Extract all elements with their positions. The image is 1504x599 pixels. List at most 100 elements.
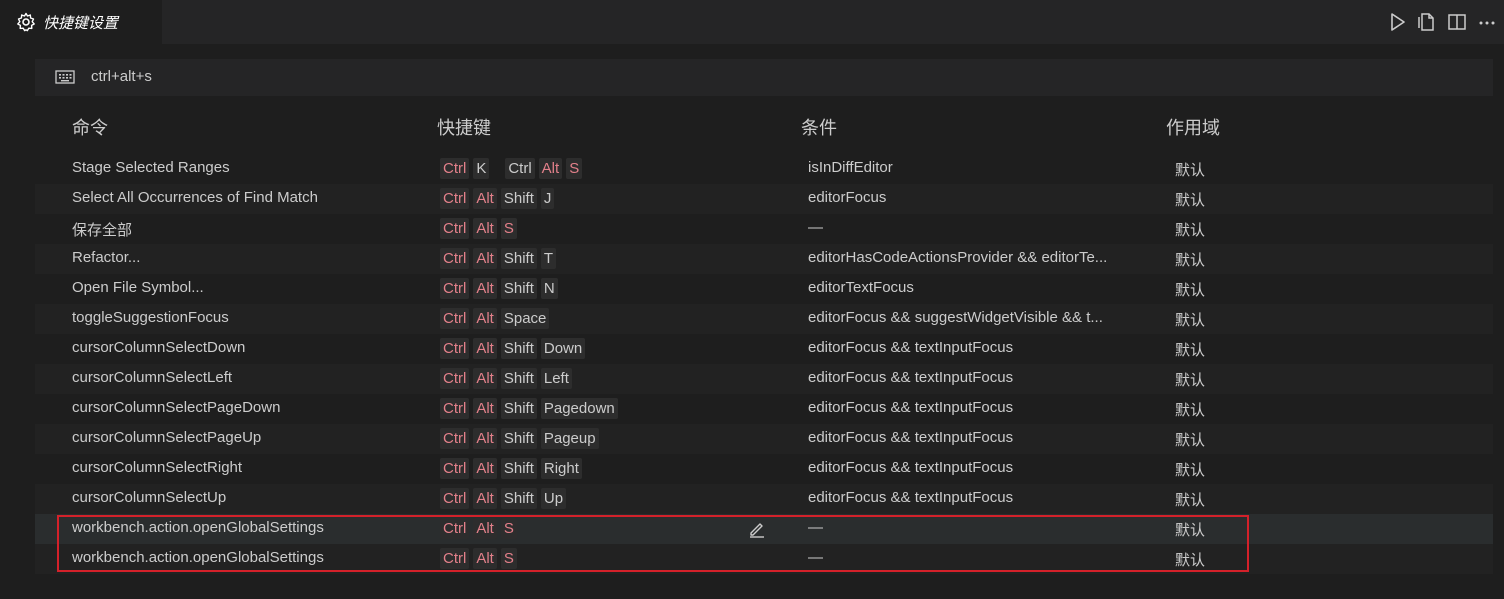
when-cell: editorFocus && textInputFocus — [808, 339, 1014, 356]
key-cap: Ctrl — [440, 188, 470, 209]
keybinding-cell: Ctrl Alt S — [440, 548, 517, 569]
keybinding-cell: Ctrl Alt Shift J — [440, 188, 555, 209]
table-row[interactable]: Select All Occurrences of Find Match Ctrl… — [35, 184, 1493, 214]
tab-title: 快捷键设置 — [43, 14, 119, 32]
when-cell: editorFocus && textInputFocus — [808, 399, 1014, 416]
command-cell: Stage Selected Ranges — [72, 159, 230, 176]
key-cap: Ctrl — [440, 488, 470, 509]
source-cell: 默认 — [1175, 371, 1206, 389]
split-editor-icon[interactable] — [1446, 11, 1468, 33]
table-row[interactable]: cursorColumnSelectPageDown Ctrl Alt Shift Pa… — [35, 394, 1493, 424]
source-cell: 默认 — [1175, 401, 1206, 419]
key-cap: Space — [500, 308, 550, 329]
table-row[interactable]: cursorColumnSelectRight Ctrl Alt Shift Right… — [35, 454, 1493, 484]
source-cell: 默认 — [1175, 191, 1206, 209]
key-cap: Alt — [473, 218, 497, 239]
gear-icon — [17, 12, 35, 32]
source-cell: 默认 — [1175, 161, 1206, 179]
key-cap: Alt — [473, 398, 497, 419]
key-cap: Shift — [500, 488, 537, 509]
table-row[interactable]: cursorColumnSelectPageUp Ctrl Alt Shift Page… — [35, 424, 1493, 454]
key-cap: Shift — [500, 188, 537, 209]
when-cell: editorFocus — [808, 189, 887, 206]
when-cell: editorHasCodeActionsProvider && editorTe… — [808, 249, 1108, 266]
key-cap: S — [500, 218, 517, 239]
column-header-source[interactable]: 作用域 — [1166, 114, 1220, 140]
table-row[interactable]: toggleSuggestionFocus Ctrl Alt Space editorF… — [35, 304, 1493, 334]
column-header-when[interactable]: 条件 — [801, 114, 837, 140]
column-header-command[interactable]: 命令 — [72, 114, 108, 140]
table-row[interactable]: cursorColumnSelectDown Ctrl Alt Shift Down ed… — [35, 334, 1493, 364]
key-cap: Ctrl — [440, 368, 470, 389]
table-row[interactable]: Open File Symbol... Ctrl Alt Shift NeditorTe… — [35, 274, 1493, 304]
tab-keyboard-shortcuts[interactable]: 快捷键设置 — [0, 0, 162, 44]
source-cell: 默认 — [1175, 431, 1206, 449]
key-cap: Shift — [500, 278, 537, 299]
keybinding-cell: Ctrl Alt Shift N — [440, 278, 558, 299]
command-cell: cursorColumnSelectLeft — [72, 369, 233, 386]
command-cell: Refactor... — [72, 249, 141, 266]
when-cell: editorFocus && textInputFocus — [808, 369, 1014, 386]
key-cap: Shift — [500, 428, 537, 449]
key-cap: K — [473, 158, 490, 179]
key-cap: Shift — [500, 458, 537, 479]
keybinding-cell: Ctrl Alt Shift Up — [440, 488, 567, 509]
keybinding-search-bar[interactable]: ctrl+alt+s — [35, 59, 1493, 96]
command-cell: workbench.action.openGlobalSettings — [72, 549, 324, 566]
table-row[interactable]: Stage Selected Ranges Ctrl K Ctrl Alt SisInDi… — [35, 154, 1493, 184]
table-row[interactable]: 保存全部 Ctrl Alt S — 默认 — [35, 214, 1493, 244]
key-cap: N — [540, 278, 558, 299]
source-cell: 默认 — [1175, 221, 1206, 239]
key-cap: Shift — [500, 398, 537, 419]
key-cap: Ctrl — [440, 458, 470, 479]
table-row[interactable]: cursorColumnSelectLeft Ctrl Alt Shift Left ed… — [35, 364, 1493, 394]
when-cell: — — [808, 519, 823, 536]
table-row[interactable]: workbench.action.openGlobalSettings Ctrl A… — [35, 514, 1493, 544]
keybinding-cell: Ctrl Alt S — [440, 518, 517, 539]
key-cap: Alt — [473, 308, 497, 329]
key-cap: Pageup — [540, 428, 599, 449]
command-cell: cursorColumnSelectPageDown — [72, 399, 281, 416]
keybinding-cell: Ctrl Alt Shift Left — [440, 368, 572, 389]
when-cell: editorFocus && suggestWidgetVisible && t… — [808, 309, 1103, 326]
command-cell: Open File Symbol... — [72, 279, 204, 296]
table-row[interactable]: cursorColumnSelectUp Ctrl Alt Shift Up editor… — [35, 484, 1493, 514]
keybinding-cell: Ctrl K Ctrl Alt S — [440, 158, 583, 179]
key-cap: Ctrl — [440, 248, 470, 269]
source-cell: 默认 — [1175, 461, 1206, 479]
key-cap: Alt — [473, 488, 497, 509]
run-icon[interactable] — [1386, 11, 1408, 33]
key-cap: Alt — [473, 548, 497, 569]
command-cell: cursorColumnSelectPageUp — [72, 429, 262, 446]
search-input[interactable]: ctrl+alt+s — [91, 68, 152, 85]
key-cap: Down — [540, 338, 586, 359]
open-json-icon[interactable] — [1416, 11, 1438, 33]
tab-bar: 快捷键设置 — [0, 0, 1504, 44]
key-cap: Alt — [473, 368, 497, 389]
when-cell: — — [808, 219, 823, 236]
table-row[interactable]: workbench.action.openGlobalSettings Ctrl A… — [35, 544, 1493, 574]
command-cell: Select All Occurrences of Find Match — [72, 189, 318, 206]
key-cap: Ctrl — [440, 158, 470, 179]
key-cap: Pagedown — [540, 398, 618, 419]
key-cap: S — [500, 518, 517, 539]
column-header-keybinding[interactable]: 快捷键 — [437, 114, 491, 140]
when-cell: editorFocus && textInputFocus — [808, 429, 1014, 446]
key-cap: Alt — [473, 188, 497, 209]
key-cap: Ctrl — [440, 398, 470, 419]
source-cell: 默认 — [1175, 251, 1206, 269]
key-cap: Ctrl — [440, 548, 470, 569]
keyboard-icon[interactable] — [55, 69, 75, 85]
more-actions-icon[interactable] — [1476, 11, 1498, 33]
when-cell: editorFocus && textInputFocus — [808, 459, 1014, 476]
when-cell: editorFocus && textInputFocus — [808, 489, 1014, 506]
key-cap: Shift — [500, 338, 537, 359]
key-cap: Ctrl — [505, 158, 535, 179]
keybinding-cell: Ctrl Alt Shift Pageup — [440, 428, 599, 449]
key-cap: T — [540, 248, 557, 269]
edit-keybinding-icon[interactable] — [748, 520, 766, 538]
table-row[interactable]: Refactor... Ctrl Alt Shift TeditorHasCodeAct… — [35, 244, 1493, 274]
key-cap: Alt — [473, 458, 497, 479]
source-cell: 默认 — [1175, 311, 1206, 329]
command-cell: cursorColumnSelectUp — [72, 489, 227, 506]
